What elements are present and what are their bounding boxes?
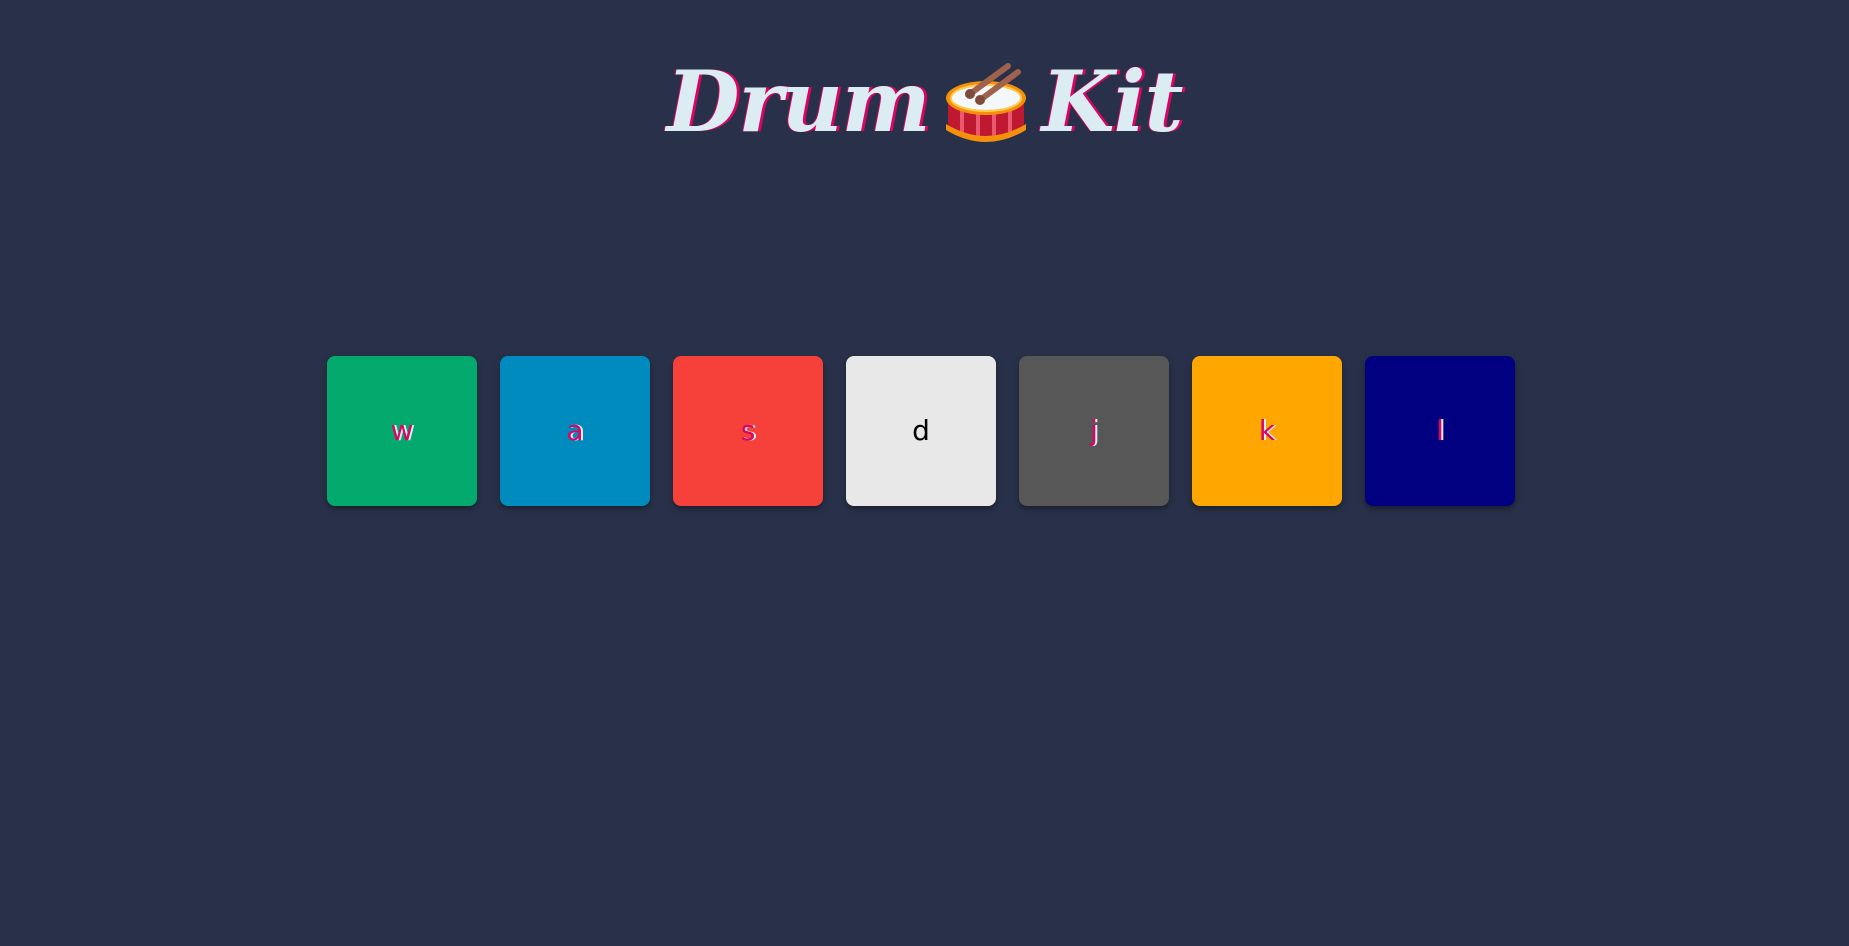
drum-button-k[interactable]: k [1192, 356, 1342, 506]
drum-button-j[interactable]: j [1019, 356, 1169, 506]
page-title: Drum Kit [0, 52, 1849, 152]
drum-key-label: d [912, 414, 930, 447]
drum-key-label: j [1090, 414, 1098, 447]
drum-button-l[interactable]: l [1365, 356, 1515, 506]
drum-button-d[interactable]: d [846, 356, 996, 506]
drum-button-w[interactable]: w [327, 356, 477, 506]
drum-key-label: w [390, 414, 414, 447]
drum-button-s[interactable]: s [673, 356, 823, 506]
title-word-kit: Kit [1041, 52, 1184, 151]
drum-key-label: s [740, 414, 756, 447]
drum-button-a[interactable]: a [500, 356, 650, 506]
drum-key-label: l [1436, 414, 1444, 447]
drum-key-label: k [1258, 414, 1276, 447]
title-word-drum: Drum [666, 52, 931, 151]
drum-key-label: a [566, 414, 584, 447]
drum-with-sticks-icon [940, 56, 1032, 148]
drum-pad-row: w a s d j k l [327, 356, 1515, 506]
